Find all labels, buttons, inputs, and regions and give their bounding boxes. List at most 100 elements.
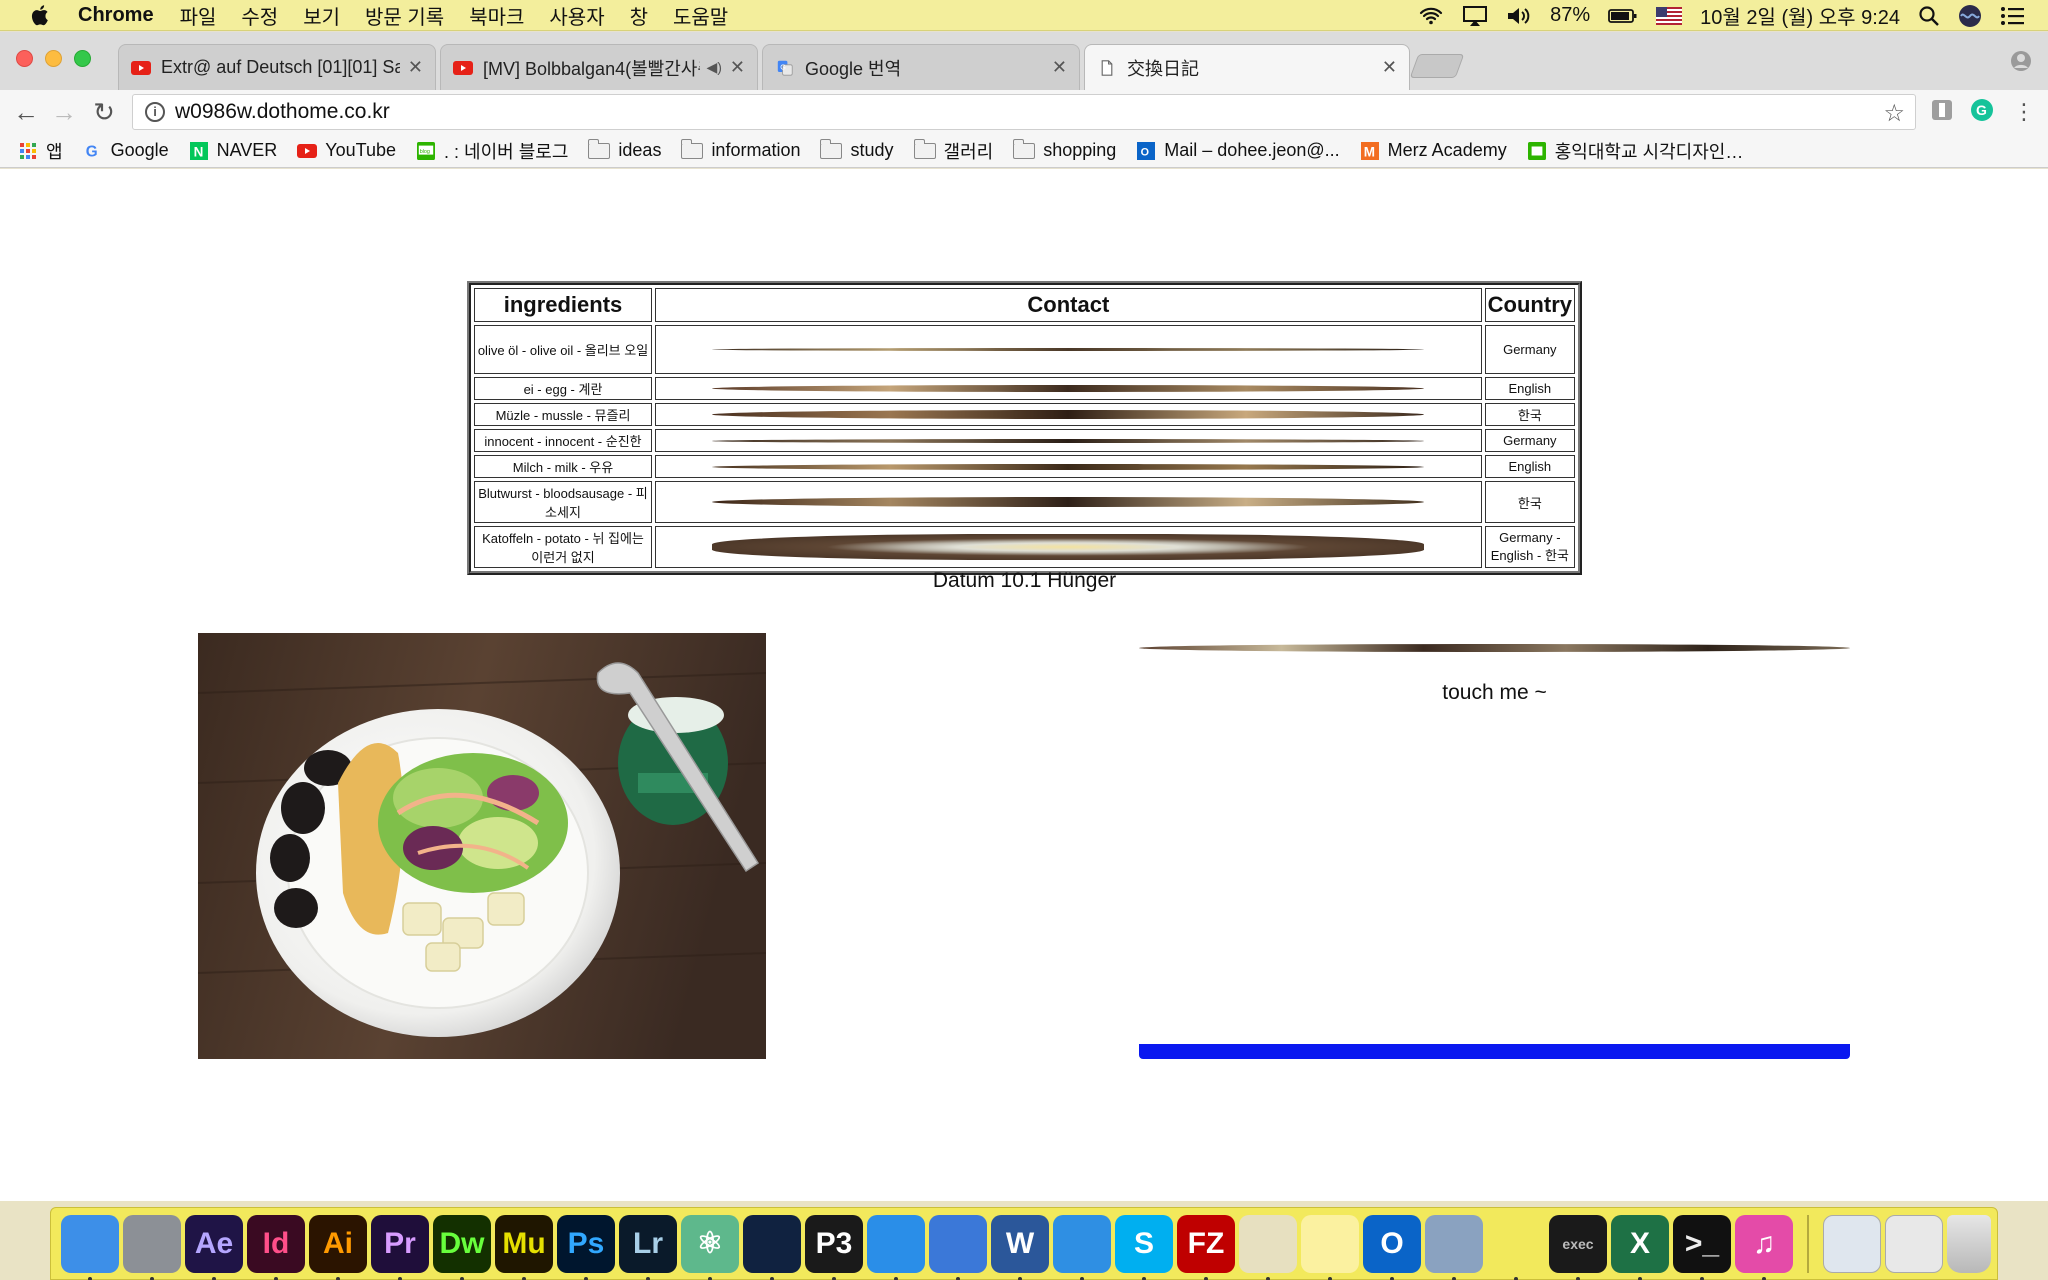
battery-icon[interactable] <box>1608 5 1638 27</box>
bookmark-folder-study[interactable]: study <box>820 138 894 161</box>
extension-icon[interactable] <box>1930 98 1954 122</box>
tab-close-icon[interactable]: ✕ <box>1052 57 1067 78</box>
dock-filezilla-icon[interactable]: FZ <box>1177 1214 1235 1280</box>
dock-after-effects-icon[interactable]: Ae <box>185 1214 243 1280</box>
airplay-icon[interactable] <box>1462 5 1488 27</box>
bookmark-google[interactable]: G Google <box>83 140 168 161</box>
dock-keynote-icon[interactable] <box>867 1214 925 1280</box>
stretched-food-image[interactable] <box>712 385 1425 392</box>
blue-bar[interactable] <box>1139 1044 1850 1059</box>
dock-word-icon[interactable]: W <box>991 1214 1049 1280</box>
window-close-button[interactable] <box>16 50 33 67</box>
dock-notes-icon[interactable] <box>1301 1214 1359 1280</box>
dock-muse-icon[interactable]: Mu <box>495 1214 553 1280</box>
dock-exec-icon[interactable]: exec <box>1549 1214 1607 1280</box>
dock-preview-icon[interactable] <box>1425 1214 1483 1280</box>
notification-center-icon[interactable] <box>2000 5 2026 27</box>
menu-view[interactable]: 보기 <box>303 1 340 30</box>
stretched-food-image[interactable] <box>712 438 1425 443</box>
audio-playing-icon[interactable]: ◀) <box>706 59 721 76</box>
menu-app-name[interactable]: Chrome <box>78 4 154 27</box>
dock-safari-icon[interactable] <box>1053 1214 1111 1280</box>
bookmark-star-icon[interactable]: ☆ <box>1883 99 1905 128</box>
dock-atom-icon[interactable]: ⚛ <box>681 1214 739 1280</box>
menubar-clock[interactable]: 10월 2일 (월) 오후 9:24 <box>1700 1 1900 30</box>
dock-premiere-icon[interactable]: Pr <box>371 1214 429 1280</box>
menu-edit[interactable]: 수정 <box>241 1 278 30</box>
site-info-icon[interactable]: i <box>145 102 165 122</box>
chrome-menu-icon[interactable]: ⋮ <box>2010 98 2038 126</box>
address-url[interactable]: w0986w.dothome.co.kr <box>175 100 390 124</box>
siri-icon[interactable] <box>1958 4 1982 28</box>
reload-button[interactable]: ↻ <box>90 98 118 126</box>
bookmark-naver[interactable]: N NAVER <box>189 140 277 161</box>
us-flag-icon[interactable] <box>1656 6 1683 25</box>
bookmark-folder-information[interactable]: information <box>681 138 800 161</box>
tab-extra-auf-deutsch[interactable]: Extr@ auf Deutsch [01][01] Sa ✕ <box>118 44 436 90</box>
stretched-food-image[interactable] <box>712 410 1425 419</box>
window-zoom-button[interactable] <box>74 50 91 67</box>
dock-illustrator-icon[interactable]: Ai <box>309 1214 367 1280</box>
apple-icon[interactable] <box>30 3 52 27</box>
dock-chrome-icon[interactable] <box>1239 1214 1297 1280</box>
dock-processing-icon[interactable]: P3 <box>805 1214 863 1280</box>
tab-close-icon[interactable]: ✕ <box>730 57 745 78</box>
dock-launchpad-icon[interactable] <box>123 1214 181 1280</box>
menu-file[interactable]: 파일 <box>180 1 217 30</box>
address-bar[interactable]: i w0986w.dothome.co.kr ☆ <box>132 94 1916 130</box>
menu-bookmarks[interactable]: 북마크 <box>469 1 524 30</box>
dock-finder-icon[interactable] <box>61 1214 119 1280</box>
dock-indesign-icon[interactable]: Id <box>247 1214 305 1280</box>
tab-exchange-diary[interactable]: 交換日記 ✕ <box>1084 44 1410 90</box>
bookmark-youtube[interactable]: YouTube <box>297 140 396 161</box>
volume-icon[interactable] <box>1506 5 1532 27</box>
bookmark-folder-ideas[interactable]: ideas <box>588 138 661 161</box>
bookmark-merz-academy[interactable]: M Merz Academy <box>1360 140 1507 161</box>
stretched-food-image[interactable] <box>712 534 1425 560</box>
window-minimize-button[interactable] <box>45 50 62 67</box>
profile-icon[interactable] <box>2010 50 2032 72</box>
contact-cell <box>655 403 1482 426</box>
dock-excel-icon[interactable]: X <box>1611 1214 1669 1280</box>
bookmark-folder-gallery[interactable]: 갤러리 <box>913 138 993 164</box>
dock-itunes-icon[interactable]: ♫ <box>1735 1214 1793 1280</box>
dock-outlook-icon[interactable]: O <box>1363 1214 1421 1280</box>
tab-google-translate[interactable]: G Google 번역 ✕ <box>762 44 1080 90</box>
stretched-food-image[interactable] <box>712 463 1425 470</box>
menu-people[interactable]: 사용자 <box>549 1 604 30</box>
dock-vlc-icon[interactable] <box>1487 1214 1545 1280</box>
dock-skype-icon[interactable]: S <box>1115 1214 1173 1280</box>
bookmark-naver-blog[interactable]: blog . : 네이버 블로그 <box>416 138 568 164</box>
forward-button[interactable]: → <box>50 98 78 126</box>
tab-close-icon[interactable]: ✕ <box>408 57 423 78</box>
stretched-food-strip[interactable] <box>1139 644 1850 652</box>
stretched-food-image[interactable] <box>712 348 1425 351</box>
bookmark-apps[interactable]: 앱 <box>18 138 63 164</box>
running-indicator <box>88 1276 92 1280</box>
grammarly-icon[interactable]: G <box>1970 98 1994 122</box>
dock-cinema-4d-icon[interactable] <box>743 1214 801 1280</box>
dock-dreamweaver-icon[interactable]: Dw <box>433 1214 491 1280</box>
dock-lightroom-icon[interactable]: Lr <box>619 1214 677 1280</box>
tab-bolbbalgan4-mv[interactable]: [MV] Bolbbalgan4(볼빨간사춘 ◀) ✕ <box>440 44 758 90</box>
menu-help[interactable]: 도움말 <box>673 1 728 30</box>
dock-photoshop-icon[interactable]: Ps <box>557 1214 615 1280</box>
touch-me-label[interactable]: touch me ~ <box>1139 681 1850 705</box>
dock-terminal-icon[interactable]: >_ <box>1673 1214 1731 1280</box>
stretched-food-image[interactable] <box>712 497 1425 507</box>
dock-documents-stack-icon[interactable] <box>1885 1214 1943 1273</box>
menu-window[interactable]: 창 <box>630 1 648 30</box>
dock-trash-icon[interactable] <box>1947 1214 1991 1273</box>
dock-downloads-stack-icon[interactable] <box>1823 1214 1881 1273</box>
bookmark-mail[interactable]: O Mail – dohee.jeon@... <box>1136 140 1340 161</box>
tab-close-icon[interactable]: ✕ <box>1382 57 1397 78</box>
meal-photo[interactable] <box>198 633 766 1059</box>
bookmark-hongik[interactable]: 홍익대학교 시각디자인… <box>1527 138 1743 164</box>
back-button[interactable]: ← <box>12 98 40 126</box>
wifi-icon[interactable] <box>1418 5 1444 27</box>
spotlight-search-icon[interactable] <box>1918 5 1940 27</box>
dock-dictionary-icon[interactable] <box>929 1214 987 1280</box>
new-tab-button[interactable] <box>1409 54 1465 78</box>
menu-history[interactable]: 방문 기록 <box>365 1 444 30</box>
bookmark-folder-shopping[interactable]: shopping <box>1013 138 1116 161</box>
